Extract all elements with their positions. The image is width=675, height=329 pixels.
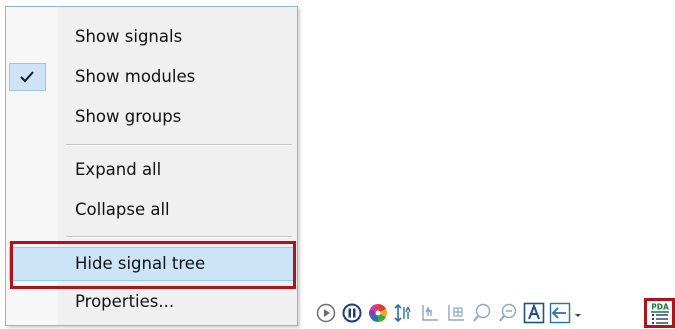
fit-axis-icon[interactable] xyxy=(419,302,441,324)
context-menu: Show signals Show modules Show groups Ex… xyxy=(5,6,298,326)
menu-item-label: Show signals xyxy=(75,27,183,46)
menu-item-collapse-all[interactable]: Collapse all xyxy=(6,193,297,227)
pause-icon[interactable] xyxy=(341,302,363,324)
menu-separator-highlight xyxy=(66,237,292,238)
play-icon[interactable] xyxy=(315,302,337,324)
zoom-fit-icon[interactable] xyxy=(445,302,467,324)
zoom-in-icon[interactable] xyxy=(471,302,493,324)
menu-item-label: Expand all xyxy=(75,160,162,179)
toolbar: PDA xyxy=(315,298,675,328)
menu-separator-highlight xyxy=(66,145,292,146)
color-wheel-icon[interactable] xyxy=(367,302,389,324)
menu-item-properties[interactable]: Properties... xyxy=(6,285,297,319)
menu-item-label: Show groups xyxy=(75,107,182,126)
menu-item-label: Properties... xyxy=(75,292,175,311)
sort-y-axis-icon[interactable] xyxy=(393,302,415,324)
menu-item-expand-all[interactable]: Expand all xyxy=(6,153,297,187)
back-arrow-icon[interactable] xyxy=(549,302,571,324)
menu-item-label: Collapse all xyxy=(75,200,170,219)
menu-item-show-signals[interactable]: Show signals xyxy=(6,20,297,54)
highlight-annotation-box xyxy=(10,241,296,289)
pda-highlight-annotation-box xyxy=(644,298,675,328)
zoom-out-icon[interactable] xyxy=(497,302,519,324)
menu-item-show-modules[interactable]: Show modules xyxy=(6,60,297,94)
dropdown-arrow-icon[interactable] xyxy=(573,302,583,324)
menu-item-show-groups[interactable]: Show groups xyxy=(6,100,297,134)
text-a-icon[interactable] xyxy=(523,302,545,324)
checkmark-icon xyxy=(9,63,46,91)
menu-item-label: Show modules xyxy=(75,67,196,86)
